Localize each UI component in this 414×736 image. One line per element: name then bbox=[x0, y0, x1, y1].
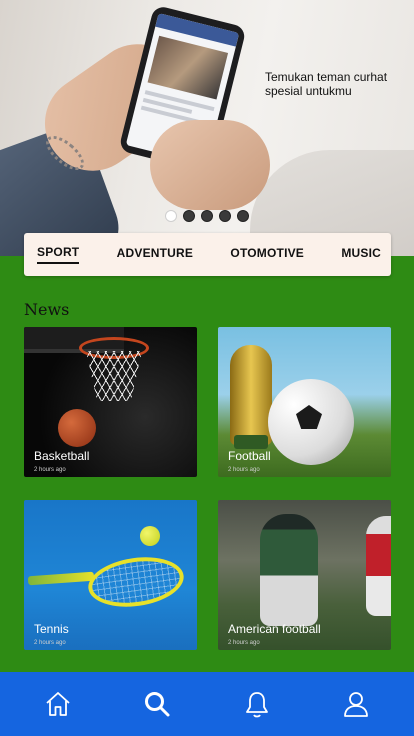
news-card-american-football[interactable]: American football 2 hours ago bbox=[218, 500, 391, 650]
news-card-basketball[interactable]: Basketball 2 hours ago bbox=[24, 327, 197, 477]
news-card-tennis[interactable]: Tennis 2 hours ago bbox=[24, 500, 197, 650]
hero-photo-hand bbox=[150, 120, 270, 210]
hero-caption: Temukan teman curhat spesial untukmu bbox=[265, 70, 388, 98]
news-card-time: 2 hours ago bbox=[34, 467, 66, 473]
tab-music[interactable]: MUSIC bbox=[341, 246, 381, 263]
carousel-dot-3[interactable] bbox=[201, 210, 213, 222]
bottom-navigation bbox=[0, 672, 414, 736]
tennis-racket-image bbox=[85, 551, 187, 613]
soccer-ball-image bbox=[268, 379, 354, 465]
nav-home[interactable] bbox=[34, 680, 82, 728]
user-icon bbox=[344, 692, 369, 717]
news-card-label: Basketball bbox=[34, 449, 90, 463]
tab-adventure[interactable]: ADVENTURE bbox=[117, 246, 193, 263]
tennis-racket-handle-image bbox=[27, 571, 95, 586]
carousel-dot-4[interactable] bbox=[219, 210, 231, 222]
news-card-football[interactable]: Football 2 hours ago bbox=[218, 327, 391, 477]
news-card-label: American football bbox=[228, 622, 321, 636]
bell-icon bbox=[245, 692, 268, 718]
trophy-base-image bbox=[234, 435, 268, 449]
hero-banner[interactable]: Temukan teman curhat spesial untukmu bbox=[0, 0, 414, 256]
news-card-time: 2 hours ago bbox=[228, 467, 260, 473]
category-tabs: SPORT ADVENTURE OTOMOTIVE MUSIC bbox=[24, 233, 391, 276]
news-card-time: 2 hours ago bbox=[34, 640, 66, 646]
news-section-title: News bbox=[24, 300, 70, 319]
football-player-image bbox=[260, 514, 318, 626]
tab-sport[interactable]: SPORT bbox=[37, 245, 80, 264]
home-icon bbox=[46, 692, 70, 716]
world-cup-trophy-image bbox=[230, 345, 272, 445]
tennis-ball-image bbox=[140, 526, 160, 546]
carousel-dot-5[interactable] bbox=[237, 210, 249, 222]
carousel-indicators[interactable] bbox=[165, 210, 249, 222]
basketball-ball-image bbox=[58, 409, 96, 447]
news-card-time: 2 hours ago bbox=[228, 640, 260, 646]
basketball-net-image bbox=[86, 351, 142, 401]
tab-otomotive[interactable]: OTOMOTIVE bbox=[230, 246, 304, 263]
nav-profile[interactable] bbox=[332, 680, 380, 728]
carousel-dot-1[interactable] bbox=[165, 210, 177, 222]
nav-search[interactable] bbox=[133, 680, 181, 728]
nav-notifications[interactable] bbox=[233, 680, 281, 728]
news-card-label: Football bbox=[228, 449, 271, 463]
news-card-label: Tennis bbox=[34, 622, 69, 636]
search-icon bbox=[145, 692, 170, 717]
carousel-dot-2[interactable] bbox=[183, 210, 195, 222]
defender-player-image bbox=[366, 516, 391, 616]
